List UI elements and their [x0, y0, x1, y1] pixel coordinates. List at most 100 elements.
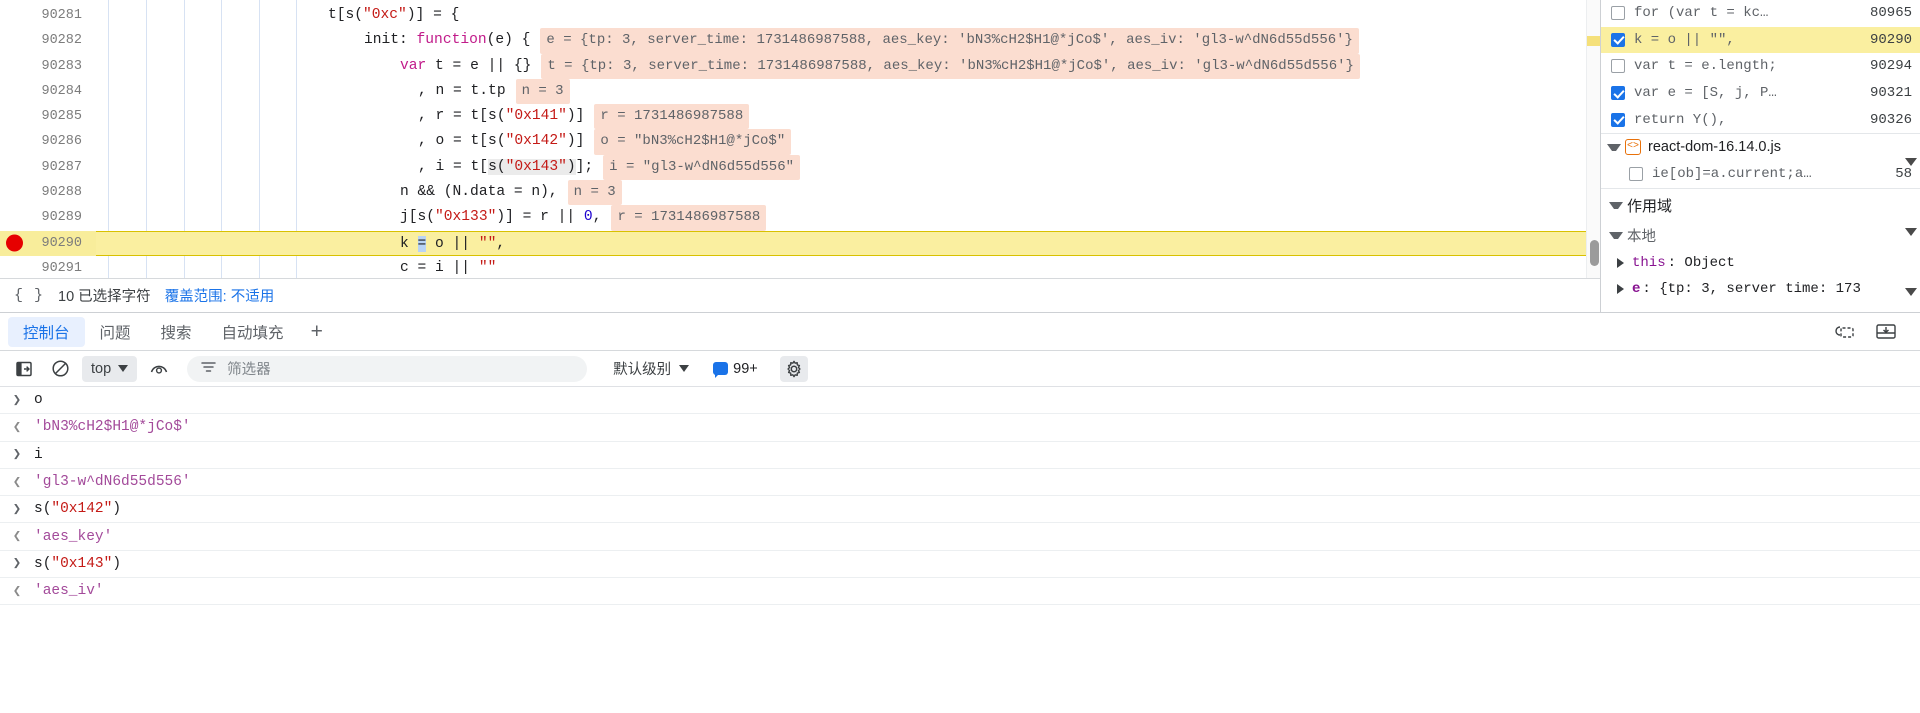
clear-console-icon[interactable]: [46, 356, 74, 382]
chevron-down-icon[interactable]: [1609, 232, 1623, 240]
code-line[interactable]: j[s("0x133")] = r || 0, r = 1731486987588: [96, 205, 1600, 231]
breakpoint-checkbox[interactable]: [1611, 59, 1625, 74]
code-token: t = e || {}: [426, 57, 532, 74]
variable-name: this: [1632, 254, 1666, 271]
line-number[interactable]: 90289: [0, 205, 96, 230]
scope-variable-row[interactable]: e: {tp: 3, server time: 173: [1601, 276, 1920, 302]
coverage-status[interactable]: 覆盖范围: 不适用: [165, 285, 275, 306]
line-number[interactable]: 90281: [0, 3, 96, 28]
chevron-right-icon[interactable]: [1617, 283, 1627, 294]
breakpoint-checkbox[interactable]: [1629, 167, 1643, 182]
live-expression-icon[interactable]: [145, 356, 173, 382]
scope-local-header[interactable]: 本地: [1601, 222, 1920, 250]
console-token: 'gl3-w^dN6d55d556': [34, 474, 191, 491]
breakpoint-marker-icon[interactable]: [6, 234, 23, 252]
console-input-row[interactable]: ❯ i: [0, 442, 1920, 469]
restore-drawer-icon[interactable]: [1832, 322, 1856, 342]
breakpoint-row[interactable]: for (var t = kc… 80965: [1601, 0, 1920, 27]
scope-variables: this: Object e: {tp: 3, server time: 173: [1601, 250, 1920, 302]
code-token: "0x143": [505, 158, 567, 175]
code-line[interactable]: t[s("0xc")] = {: [96, 3, 1600, 28]
console-output-row[interactable]: ❮ 'bN3%cH2$H1@*jCo$': [0, 414, 1920, 442]
breakpoint-checkbox[interactable]: [1611, 112, 1625, 127]
format-braces-icon[interactable]: { }: [14, 287, 44, 304]
console-output-row[interactable]: ❮ 'aes_iv': [0, 578, 1920, 606]
drawer-tab[interactable]: 控制台: [8, 316, 85, 347]
breakpoint-row[interactable]: var e = [S, j, P… 90321: [1601, 80, 1920, 107]
breakpoint-file-group[interactable]: <> react-dom-16.14.0.js: [1601, 132, 1920, 161]
breakpoint-row[interactable]: var t = e.length; 90294: [1601, 53, 1920, 80]
editor-scrollbar[interactable]: [1586, 0, 1600, 278]
line-number[interactable]: 90290: [0, 230, 96, 256]
add-tab-button[interactable]: +: [299, 321, 335, 342]
breakpoint-checkbox[interactable]: [1611, 86, 1625, 101]
console-sidebar-icon[interactable]: [10, 356, 38, 382]
code-token: init:: [364, 32, 417, 49]
drawer-tab[interactable]: 自动填充: [207, 317, 299, 347]
drawer-actions: [1832, 322, 1912, 342]
execution-context-selector[interactable]: top: [82, 355, 138, 382]
code-line[interactable]: var t = e || {} t = {tp: 3, server_time: …: [96, 53, 1600, 79]
drawer-tab[interactable]: 问题: [85, 317, 146, 347]
code-line[interactable]: c = i || "": [96, 256, 1600, 278]
console-output-row[interactable]: ❮ 'aes_key': [0, 523, 1920, 551]
code-line[interactable]: init: function(e) {e = {tp: 3, server_ti…: [96, 28, 1600, 54]
console-output-row[interactable]: ❮ 'gl3-w^dN6d55d556': [0, 469, 1920, 497]
dock-to-bottom-icon[interactable]: [1874, 322, 1898, 342]
breakpoint-row[interactable]: ie[ob]=a.current;a… 58: [1601, 161, 1920, 188]
code-line[interactable]: , r = t[s("0x141")] r = 1731486987588: [96, 104, 1600, 130]
sources-panel: 90281 90282 90283 90284 90285 90286 90287 90288…: [0, 0, 1920, 313]
breakpoint-line-number: 90294: [1869, 58, 1912, 75]
console-text: 'aes_iv': [34, 583, 104, 599]
code-line[interactable]: , o = t[s("0x142")] o = "bN3%cH2$H1@*jCo$…: [96, 129, 1600, 155]
scope-variable-row[interactable]: this: Object: [1601, 250, 1920, 276]
console-output[interactable]: ❯ o ❮'bN3%cH2$H1@*jCo$' ❯ i ❮'gl3-w^dN6d55d55…: [0, 387, 1920, 713]
breakpoint-line-number: 90321: [1869, 85, 1912, 102]
code-token: , r = t[s(: [418, 108, 506, 125]
log-level-selector[interactable]: 默认级别: [613, 358, 690, 379]
console-input-row[interactable]: ❯ s("0x143"): [0, 551, 1920, 579]
code-line[interactable]: , n = t.tp n = 3: [96, 78, 1600, 105]
drawer-tab[interactable]: 搜索: [146, 317, 207, 347]
scope-section-header[interactable]: 作用域: [1601, 187, 1920, 222]
line-number[interactable]: 90291: [0, 256, 96, 278]
sidebar-mid-arrow-icon[interactable]: [1905, 228, 1917, 236]
js-file-icon: <>: [1625, 139, 1641, 156]
breakpoint-checkbox[interactable]: [1611, 32, 1625, 47]
issues-badge[interactable]: 99+: [713, 361, 758, 378]
chevron-down-icon[interactable]: [1607, 143, 1621, 151]
line-number[interactable]: 90283: [0, 54, 96, 79]
line-number[interactable]: 90287: [0, 155, 96, 180]
code-line[interactable]: k = o || "",: [96, 230, 1600, 256]
breakpoint-row[interactable]: return Y(), 90326: [1601, 106, 1920, 133]
console-filter-input[interactable]: 筛选器: [187, 355, 588, 382]
line-number[interactable]: 90282: [0, 28, 96, 53]
code-token: )] = {: [406, 7, 460, 23]
sidebar-scrollbar[interactable]: [1905, 0, 1919, 312]
scrollbar-thumb[interactable]: [1590, 240, 1599, 266]
console-text: o: [34, 392, 43, 408]
code-content[interactable]: t[s("0xc")] = {init: function(e) {e = {t…: [96, 0, 1600, 278]
console-token: 'aes_iv': [34, 583, 104, 600]
breakpoint-row[interactable]: k = o || "", 90290: [1601, 26, 1920, 54]
code-token: )]: [566, 133, 585, 150]
code-editor[interactable]: 90281 90282 90283 90284 90285 90286 90287 90288…: [0, 0, 1600, 278]
code-token: ,: [496, 235, 506, 252]
sidebar-up-arrow-icon[interactable]: [1905, 158, 1917, 166]
line-number[interactable]: 90285: [0, 104, 96, 129]
line-number[interactable]: 90288: [0, 180, 96, 205]
line-number-gutter[interactable]: 90281 90282 90283 90284 90285 90286 90287 90288…: [0, 0, 96, 278]
chevron-down-icon[interactable]: [1609, 201, 1623, 209]
code-token: ];: [575, 158, 594, 175]
code-line[interactable]: , i = t[s("0x143")]; i = "gl3-w^dN6d55d55…: [96, 154, 1600, 181]
sidebar-down-arrow-icon[interactable]: [1905, 288, 1917, 296]
console-settings-gear-icon[interactable]: [779, 355, 808, 382]
breakpoint-checkbox[interactable]: [1611, 6, 1625, 21]
code-line[interactable]: n && (N.data = n), n = 3: [96, 180, 1600, 206]
console-input-row[interactable]: ❯ o: [0, 387, 1920, 415]
console-input-row[interactable]: ❯ s("0x142"): [0, 496, 1920, 524]
chevron-right-icon[interactable]: [1617, 257, 1627, 268]
console-result-icon: ❮: [12, 419, 22, 436]
line-number[interactable]: 90284: [0, 79, 96, 104]
line-number[interactable]: 90286: [0, 129, 96, 154]
